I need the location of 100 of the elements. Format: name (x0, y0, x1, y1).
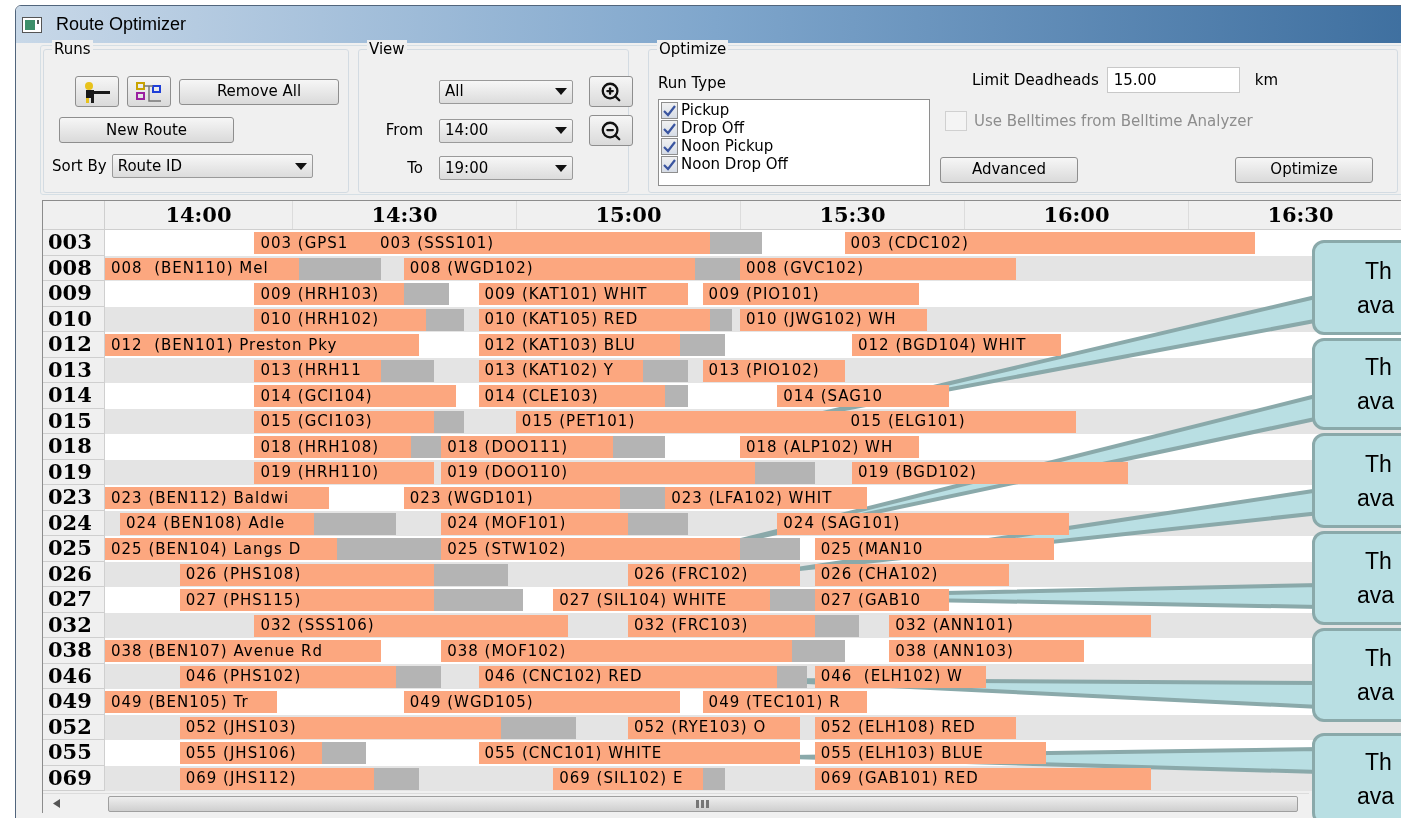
run-bar[interactable]: 038 (MOF102) (441, 640, 793, 662)
run-bar[interactable]: 055 (JHS106) (179, 742, 322, 764)
callout-text: Th (1364, 748, 1393, 777)
idle-bar (754, 461, 815, 484)
zoom-out-button[interactable] (589, 115, 633, 146)
run-bar[interactable]: 010 (HRH102) (254, 308, 427, 331)
caret-icon (294, 162, 307, 170)
route-number: 013 (48, 358, 92, 381)
run-bar[interactable]: 024 (MOF101) (441, 512, 628, 535)
run-bar[interactable]: 012 (BEN101) Preston Pky (105, 334, 419, 356)
run-bar[interactable]: 024 (BEN108) Adle (119, 512, 315, 535)
run-bar[interactable]: 049 (BEN105) Tr (105, 691, 277, 713)
idle-bar (433, 410, 464, 433)
run-bar[interactable]: 055 (ELH103) BLUE (814, 742, 1047, 764)
run-bar[interactable]: 009 (KAT101) WHIT (478, 283, 688, 305)
checkbox[interactable] (661, 102, 678, 119)
run-bar[interactable]: 023 (LFA102) WHIT (665, 487, 867, 509)
run-bar[interactable]: 027 (SIL104) WHITE (553, 589, 770, 611)
run-bar[interactable]: 069 (SIL102) E (553, 767, 703, 790)
run-bar[interactable]: 049 (TEC101) R (702, 691, 867, 713)
run-bar[interactable]: 014 (SAG10 (777, 385, 950, 407)
run-bar[interactable]: 018 (DOO111) (441, 436, 613, 458)
run-bar[interactable]: 019 (HRH110) (254, 461, 434, 484)
run-bar[interactable]: 013 (KAT102) Y (478, 359, 643, 382)
run-bar[interactable]: 012 (KAT103) BLU (478, 334, 681, 356)
run-bar[interactable]: 038 (BEN107) Avenue Rd (105, 640, 382, 662)
run-bar[interactable]: 032 (FRC103) (627, 614, 815, 637)
run-bar[interactable]: 015 (ELG101) (844, 410, 1077, 433)
run-bar[interactable]: 025 (MAN10 (814, 538, 1054, 560)
run-bar[interactable]: 018 (ALP102) WH (739, 436, 920, 458)
scroll-thumb[interactable] (108, 795, 1298, 812)
run-bar[interactable]: 038 (ANN103) (889, 640, 1084, 662)
run-bar[interactable]: 009 (HRH103) (254, 283, 404, 305)
run-bar[interactable]: 010 (KAT105) RED (478, 308, 711, 331)
run-bar[interactable]: 009 (PIO101) (702, 283, 920, 305)
checkbox[interactable] (661, 138, 678, 155)
run-bar[interactable]: 003 (SSS101) (373, 232, 711, 254)
advanced-button[interactable]: Advanced (940, 156, 1078, 183)
checkbox[interactable] (661, 120, 678, 137)
run-bar[interactable]: 023 (BEN112) Baldwi (105, 487, 330, 509)
route-number: 025 (48, 537, 92, 560)
run-bar[interactable]: 015 (PET101) (515, 410, 845, 433)
new-route-button[interactable]: New Route (59, 117, 234, 143)
run-bar[interactable]: 046 (PHS102) (179, 665, 397, 688)
run-bar[interactable]: 025 (BEN104) Langs D (105, 538, 337, 560)
run-type-item[interactable]: Noon Pickup (661, 137, 929, 156)
run-bar[interactable]: 027 (PHS115) (179, 589, 434, 611)
run-bar[interactable]: 026 (FRC102) (627, 563, 800, 586)
run-bar[interactable]: 024 (SAG101) (777, 512, 1069, 535)
diagram-button[interactable] (127, 76, 171, 107)
run-bar[interactable]: 069 (GAB101) RED (814, 767, 1151, 790)
run-bar[interactable]: 032 (SSS106) (254, 614, 569, 637)
time-header: 16:30 (1267, 201, 1334, 230)
run-bar[interactable]: 069 (JHS112) (179, 767, 374, 790)
optimize-button[interactable]: Optimize (1235, 156, 1373, 183)
run-bar[interactable]: 055 (CNC101) WHITE (478, 742, 800, 764)
run-bar[interactable]: 046 (CNC102) RED (478, 665, 778, 688)
run-bar[interactable]: 052 (ELH108) RED (814, 716, 1017, 739)
run-bar[interactable]: 013 (PIO102) (702, 359, 845, 382)
run-bar[interactable]: 019 (DOO110) (441, 461, 755, 484)
run-bar[interactable]: 003 (GPS1 (254, 232, 374, 254)
run-bar[interactable]: 032 (ANN101) (889, 614, 1151, 637)
scroll-left-icon (53, 799, 60, 808)
run-bar[interactable]: 012 (BGD104) WHIT (852, 334, 1062, 356)
worker-tool-button[interactable] (75, 76, 119, 107)
horizontal-scrollbar[interactable] (43, 793, 1309, 813)
run-bar[interactable]: 052 (RYE103) O (627, 716, 800, 739)
checkbox[interactable] (661, 156, 678, 173)
run-bar[interactable]: 052 (JHS103) (179, 716, 501, 739)
caret-icon (555, 127, 567, 134)
to-dropdown[interactable]: 19:00 (439, 156, 573, 180)
run-bar[interactable]: 018 (HRH108) (254, 436, 412, 458)
idle-bar (620, 487, 666, 509)
run-type-item[interactable]: Pickup (661, 101, 929, 120)
sort-dropdown[interactable]: Route ID (111, 154, 313, 178)
run-type-item[interactable]: Drop Off (661, 119, 929, 138)
run-bar[interactable]: 049 (WGD105) (403, 691, 681, 713)
run-bar[interactable]: 026 (CHA102) (814, 563, 1009, 586)
from-dropdown[interactable]: 14:00 (439, 118, 573, 143)
run-bar[interactable]: 014 (CLE103) (478, 385, 666, 407)
run-bar[interactable]: 046 (ELH102) W (814, 665, 987, 688)
run-bar[interactable]: 008 (WGD102) (403, 257, 696, 280)
run-bar[interactable]: 010 (JWG102) WH (739, 308, 927, 331)
run-bar[interactable]: 027 (GAB10 (814, 589, 950, 611)
run-bar[interactable]: 014 (GCI104) (254, 385, 457, 407)
run-bar[interactable]: 003 (CDC102) (844, 232, 1256, 254)
run-bar[interactable]: 026 (PHS108) (179, 563, 434, 586)
run-type-item[interactable]: Noon Drop Off (661, 155, 929, 174)
run-bar[interactable]: 008 (GVC102) (739, 257, 1017, 280)
run-bar[interactable]: 023 (WGD101) (403, 487, 621, 509)
run-bar[interactable]: 013 (HRH11 (254, 359, 382, 382)
remove-all-button[interactable]: Remove All (179, 78, 339, 105)
run-bar[interactable]: 015 (GCI103) (254, 410, 434, 433)
run-bar[interactable]: 025 (STW102) (441, 538, 740, 560)
filter-dropdown[interactable]: All (439, 79, 573, 104)
run-bar[interactable]: 008 (BEN110) Mel (105, 257, 300, 280)
zoom-in-button[interactable] (589, 76, 633, 107)
deadheads-field[interactable]: 15.00 (1106, 67, 1240, 93)
route-number: 015 (48, 409, 92, 432)
run-bar[interactable]: 019 (BGD102) (852, 461, 1129, 484)
